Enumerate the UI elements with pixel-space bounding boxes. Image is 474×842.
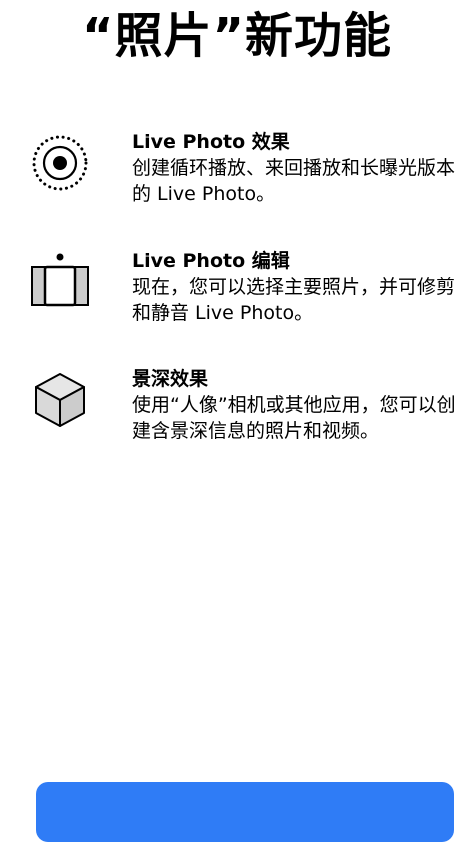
feature-text: Live Photo 效果 创建循环播放、来回播放和长曝光版本的 Live Ph… bbox=[132, 129, 468, 207]
depth-cube-icon bbox=[28, 368, 92, 432]
feature-description: 使用“人像”相机或其他应用，您可以创建含景深信息的照片和视频。 bbox=[132, 394, 456, 442]
feature-description: 现在，您可以选择主要照片，并可修剪和静音 Live Photo。 bbox=[132, 276, 456, 324]
page-title: “照片”新功能 bbox=[81, 8, 393, 64]
live-photo-effects-icon bbox=[28, 131, 92, 195]
feature-title: Live Photo 效果 bbox=[132, 131, 290, 153]
feature-title: Live Photo 编辑 bbox=[132, 250, 290, 272]
continue-button[interactable] bbox=[36, 782, 454, 842]
live-photo-edit-icon bbox=[28, 250, 92, 314]
feature-title: 景深效果 bbox=[132, 368, 209, 390]
feature-text: 景深效果 使用“人像”相机或其他应用，您可以创建含景深信息的照片和视频。 bbox=[132, 366, 468, 444]
feature-description: 创建循环播放、来回播放和长曝光版本的 Live Photo。 bbox=[132, 157, 456, 205]
feature-text: Live Photo 编辑 现在，您可以选择主要照片，并可修剪和静音 Live … bbox=[132, 248, 468, 326]
